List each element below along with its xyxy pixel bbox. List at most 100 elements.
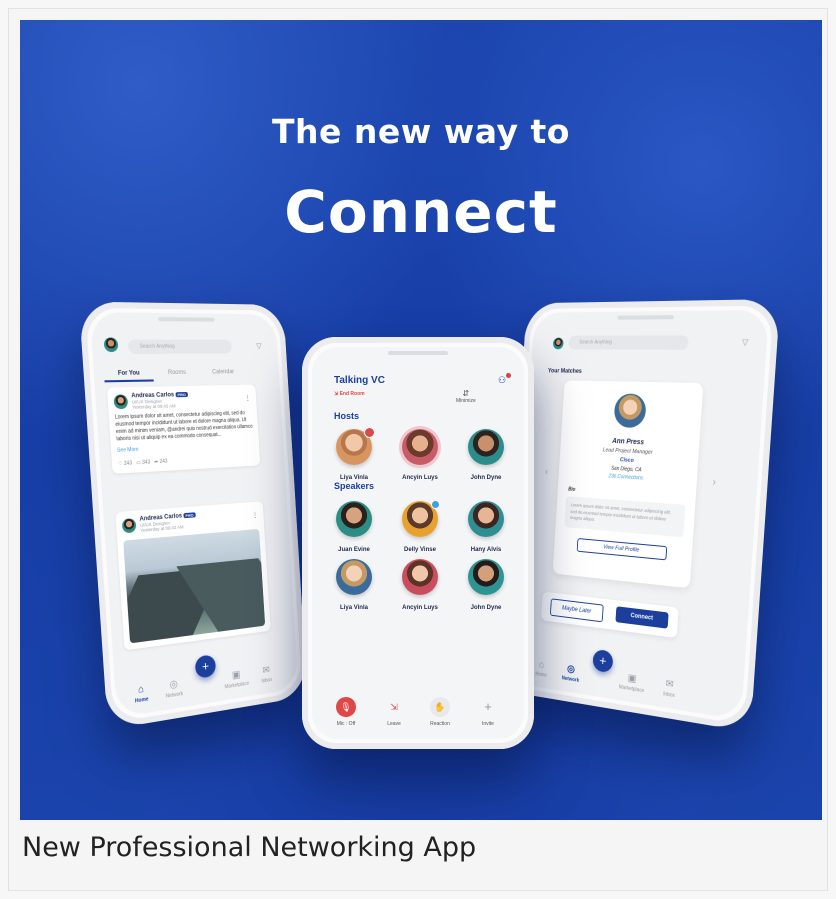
end-room-label: End Room [339, 391, 365, 397]
nav-network[interactable]: ◎ Network [154, 676, 193, 701]
phone-notch [158, 317, 215, 322]
nav-label: Home [134, 696, 149, 705]
post-time: Yesterday at 09:43 AM [131, 403, 176, 410]
like-count: 243 [123, 460, 133, 468]
avatar[interactable] [121, 517, 137, 534]
avatar [613, 393, 647, 429]
center-phone-screen: Talking VC ⇲ End Room ⇵ Minimize ⚇ Hosts … [312, 347, 524, 739]
speaker-item[interactable]: Hany Alvis [456, 501, 516, 553]
person-name: Juan Evine [338, 547, 370, 553]
network-icon: ◎ [169, 678, 179, 691]
comment-icon[interactable]: ▭ [136, 460, 141, 466]
nav-marketplace[interactable]: ▣ Marketplace [613, 671, 651, 696]
reaction-button[interactable]: ✋ Reaction [420, 697, 460, 727]
next-arrow-icon[interactable]: › [712, 477, 716, 489]
inbox-icon: ✉ [665, 678, 675, 691]
speaker-item[interactable]: Liya Vinla [324, 559, 384, 611]
nav-label: Marketplace [618, 684, 645, 695]
speaking-indicator [431, 500, 440, 509]
invite-button[interactable]: + Invite [468, 697, 508, 727]
inbox-icon: ✉ [262, 664, 271, 677]
nav-inbox[interactable]: ✉ Inbox [248, 663, 284, 687]
search-input[interactable]: Search Anything [568, 335, 689, 350]
host-item[interactable]: Liya Vinla [324, 427, 384, 481]
left-phone-screen: Search Anything ▽ For You Rooms Calendar A… [89, 312, 299, 718]
more-icon[interactable]: ⋮ [252, 511, 259, 519]
hand-icon: ✋ [430, 697, 450, 717]
end-room-button[interactable]: ⇲ End Room [334, 391, 365, 397]
share-icon[interactable]: ➦ [154, 459, 158, 465]
hero-headline: Connect [284, 178, 558, 246]
avatar [336, 427, 375, 465]
control-label: Mic : Off [336, 721, 356, 727]
right-phone: Search Anything ▽ Your Matches ‹ › Ann P… [502, 299, 781, 733]
add-button[interactable]: + [194, 654, 217, 679]
nav-label: Network [561, 675, 580, 684]
tab-calendar[interactable]: Calendar [200, 369, 246, 376]
phone-notch [388, 351, 448, 355]
control-label: Reaction [430, 721, 450, 727]
host-item[interactable]: Ancyin Luys [390, 429, 450, 481]
matches-title: Your Matches [547, 368, 582, 375]
participants-icon[interactable]: ⚇ [498, 373, 511, 385]
avatar [402, 500, 440, 537]
notification-dot [506, 373, 511, 378]
mic-off-icon: 🎙 [336, 697, 356, 717]
person-name: Ancyin Luys [402, 475, 438, 481]
post-stats: ♡ 243 ▭ 343 ➦ 243 [118, 454, 255, 468]
filter-icon[interactable]: ▽ [256, 342, 262, 351]
prev-arrow-icon[interactable]: ‹ [545, 467, 549, 478]
avatar[interactable] [552, 337, 564, 350]
mic-toggle[interactable]: 🎙 Mic : Off [326, 697, 366, 727]
person-name: Hany Alvis [470, 547, 502, 553]
room-title: Talking VC [334, 375, 385, 386]
bio-text: Lorem ipsum dolor sit amet, consectetur … [564, 496, 686, 537]
nav-label: Network [165, 690, 184, 700]
bottom-nav: ⌂ Home ◎ Network + ▣ Marketplace ✉ Inbox [114, 646, 298, 717]
filter-icon[interactable]: ▽ [742, 338, 749, 347]
host-item[interactable]: John Dyne [456, 429, 516, 481]
pro-badge: PRO [183, 512, 196, 519]
feed-post: Andreas Carlos PRO UI/UX Designer Yester… [115, 501, 271, 651]
nav-inbox[interactable]: ✉ Inbox [650, 676, 689, 701]
maybe-later-button[interactable]: Maybe Later [549, 598, 604, 623]
avatar [336, 501, 372, 537]
control-label: Invite [482, 721, 494, 727]
tab-for-you[interactable]: For You [103, 370, 154, 383]
see-more-link[interactable]: See More [117, 441, 254, 455]
right-phone-screen: Search Anything ▽ Your Matches ‹ › Ann P… [511, 309, 770, 721]
center-phone: Talking VC ⇲ End Room ⇵ Minimize ⚇ Hosts … [302, 337, 534, 749]
leave-button[interactable]: ⇲ Leave [374, 697, 414, 727]
speakers-heading: Speakers [334, 481, 375, 491]
post-body: Lorem ipsum dolor sit amet, consectetur … [114, 410, 253, 443]
person-name: John Dyne [470, 475, 502, 481]
nav-network[interactable]: ◎ Network [553, 662, 589, 686]
speaker-item[interactable]: John Dyne [456, 559, 516, 611]
match-actions: Maybe Later Connect [541, 591, 679, 639]
like-icon[interactable]: ♡ [118, 461, 123, 467]
speaker-item[interactable]: Juan Evine [324, 501, 384, 553]
connect-button[interactable]: Connect [615, 606, 669, 629]
avatar [402, 559, 438, 595]
share-count: 243 [159, 458, 168, 466]
tab-rooms[interactable]: Rooms [153, 370, 201, 377]
speaker-item[interactable]: Delly Vinse [390, 500, 450, 553]
avatar[interactable] [103, 337, 119, 353]
feed-post: Andreas Carlos PRO UI/UX Designer Yester… [106, 384, 261, 474]
nav-label: Marketplace [224, 680, 250, 691]
search-input[interactable]: Search Anything [127, 339, 232, 355]
pro-badge: PRO [175, 391, 188, 398]
post-photo [123, 528, 266, 644]
add-button[interactable]: + [592, 648, 614, 674]
nav-label: Home [535, 671, 547, 679]
hosts-heading: Hosts [334, 411, 360, 421]
nav-label: Inbox [662, 691, 676, 700]
control-label: Leave [387, 721, 401, 727]
more-icon[interactable]: ⋮ [244, 394, 251, 402]
minimize-button[interactable]: ⇵ Minimize [456, 389, 476, 404]
speaker-item[interactable]: Ancyin Luys [390, 559, 450, 611]
view-profile-button[interactable]: View Full Profile [576, 537, 668, 560]
avatar[interactable] [113, 394, 129, 410]
leave-icon: ⇲ [390, 702, 398, 712]
avatar [336, 559, 372, 595]
